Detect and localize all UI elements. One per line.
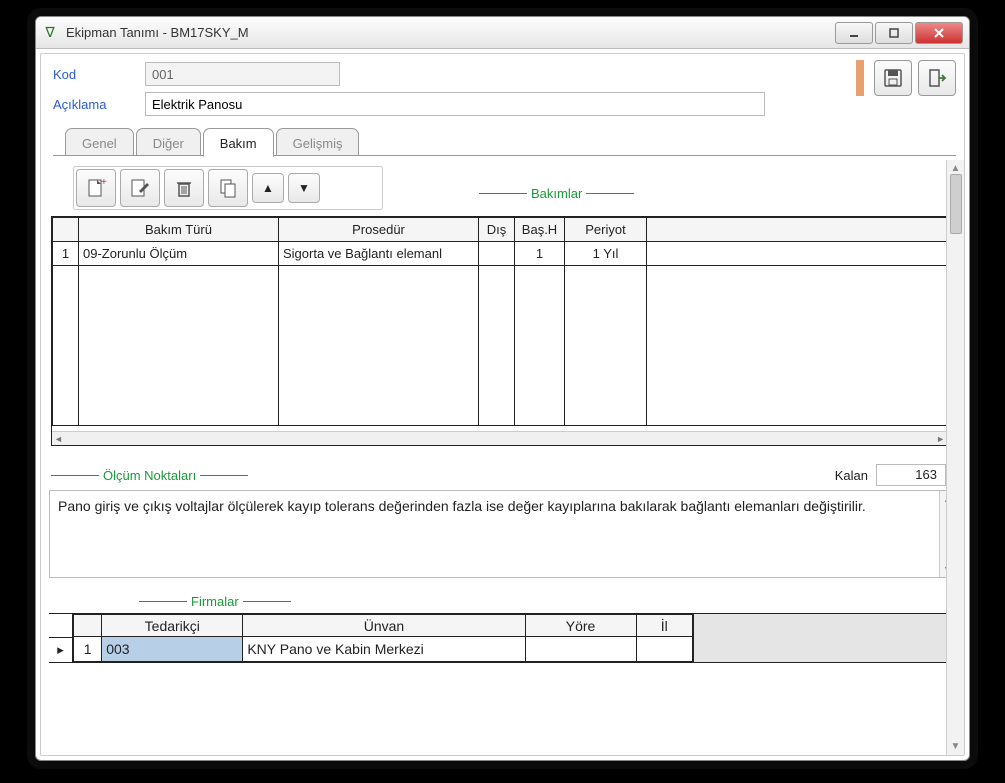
cell-rest xyxy=(647,242,947,266)
firma-row[interactable]: 1 003 KNY Pano ve Kabin Merkezi xyxy=(74,637,693,662)
save-button[interactable] xyxy=(874,60,912,96)
new-button[interactable]: + xyxy=(76,169,116,207)
row-marker-icon: ▸ xyxy=(49,638,73,662)
content-area: Kod Açıklama Genel Diğer Bakım Gelişmiş … xyxy=(40,53,965,756)
tab-gelismis[interactable]: Gelişmiş xyxy=(276,128,360,155)
aciklama-field[interactable] xyxy=(145,92,765,116)
tab-vertical-scrollbar[interactable]: ▲ ▼ xyxy=(946,160,964,755)
fcol-tedarikci[interactable]: Tedarikçi xyxy=(102,615,243,637)
cell-dis[interactable] xyxy=(479,242,515,266)
tab-diger[interactable]: Diğer xyxy=(136,128,201,155)
header-toolbar xyxy=(856,60,956,96)
header-form: Kod Açıklama Genel Diğer Bakım Gelişmiş xyxy=(41,54,964,160)
olcum-text: Pano giriş ve çıkış voltajlar ölçülerek … xyxy=(58,498,866,514)
edit-button[interactable] xyxy=(120,169,160,207)
close-button[interactable] xyxy=(915,22,963,44)
col-bakim-turu[interactable]: Bakım Türü xyxy=(79,218,279,242)
cell-bash[interactable]: 1 xyxy=(515,242,565,266)
window-title: Ekipman Tanımı - BM17SKY_M xyxy=(66,25,833,40)
grid-horizontal-scrollbar[interactable]: ◄► xyxy=(52,431,947,445)
col-dis[interactable]: Dış xyxy=(479,218,515,242)
titlebar: ∇ Ekipman Tanımı - BM17SKY_M xyxy=(36,17,969,49)
svg-text:+: + xyxy=(101,177,107,188)
kalan-label: Kalan xyxy=(835,468,868,483)
scrollbar-thumb[interactable] xyxy=(950,174,962,234)
down-button[interactable]: ▼ xyxy=(288,173,320,203)
fcell-unvan[interactable]: KNY Pano ve Kabin Merkezi xyxy=(243,637,525,662)
bakimlar-section-label: Bakımlar xyxy=(479,186,634,201)
kalan-box: Kalan 163 xyxy=(835,464,946,486)
tab-genel[interactable]: Genel xyxy=(65,128,134,155)
fcell-idx: 1 xyxy=(74,637,102,662)
bakim-toolbar: + ▲ ▼ xyxy=(73,166,383,210)
tab-strip: Genel Diğer Bakım Gelişmiş xyxy=(53,128,956,156)
col-periyot[interactable]: Periyot xyxy=(565,218,647,242)
col-bash[interactable]: Baş.H xyxy=(515,218,565,242)
row-marker-header xyxy=(49,614,73,638)
col-rest xyxy=(647,218,947,242)
app-icon: ∇ xyxy=(42,25,58,41)
kalan-value: 163 xyxy=(876,464,946,486)
table-row[interactable]: 1 09-Zorunlu Ölçüm Sigorta ve Bağlantı e… xyxy=(53,242,947,266)
olcum-section-label: Ölçüm Noktaları xyxy=(51,468,248,483)
tab-bakim[interactable]: Bakım xyxy=(203,128,274,157)
cell-turu[interactable]: 09-Zorunlu Ölçüm xyxy=(79,242,279,266)
fcol-yore[interactable]: Yöre xyxy=(525,615,636,637)
cell-periyot[interactable]: 1 Yıl xyxy=(565,242,647,266)
window-controls xyxy=(833,22,963,44)
bakim-grid[interactable]: Bakım Türü Prosedür Dış Baş.H Periyot 1 … xyxy=(51,216,948,446)
cell-idx: 1 xyxy=(53,242,79,266)
maximize-button[interactable] xyxy=(875,22,913,44)
firmalar-section-label: Firmalar xyxy=(139,594,291,609)
firmalar-grid[interactable]: ▸ Tedarikçi Ünvan Yöre İl xyxy=(49,613,956,663)
aciklama-label: Açıklama xyxy=(53,97,133,112)
kod-field[interactable] xyxy=(145,62,340,86)
up-button[interactable]: ▲ xyxy=(252,173,284,203)
exit-button[interactable] xyxy=(918,60,956,96)
accent-bar xyxy=(856,60,864,96)
firma-grid-filler xyxy=(693,614,956,662)
col-index xyxy=(53,218,79,242)
fcol-unvan[interactable]: Ünvan xyxy=(243,615,525,637)
olcum-description[interactable]: Pano giriş ve çıkış voltajlar ölçülerek … xyxy=(49,490,956,578)
fcell-yore[interactable] xyxy=(525,637,636,662)
col-prosedur[interactable]: Prosedür xyxy=(279,218,479,242)
cell-prosedur[interactable]: Sigorta ve Bağlantı elemanl xyxy=(279,242,479,266)
kod-label: Kod xyxy=(53,67,133,82)
copy-button[interactable] xyxy=(208,169,248,207)
fcol-il[interactable]: İl xyxy=(636,615,693,637)
app-window: ∇ Ekipman Tanımı - BM17SKY_M xyxy=(35,16,970,761)
minimize-button[interactable] xyxy=(835,22,873,44)
tab-body-bakim: + ▲ ▼ Bakımlar xyxy=(41,160,964,755)
fcell-tedarikci[interactable]: 003 xyxy=(102,637,243,662)
fcell-il[interactable] xyxy=(636,637,693,662)
fcol-index xyxy=(74,615,102,637)
delete-button[interactable] xyxy=(164,169,204,207)
table-row-empty[interactable] xyxy=(53,266,947,426)
